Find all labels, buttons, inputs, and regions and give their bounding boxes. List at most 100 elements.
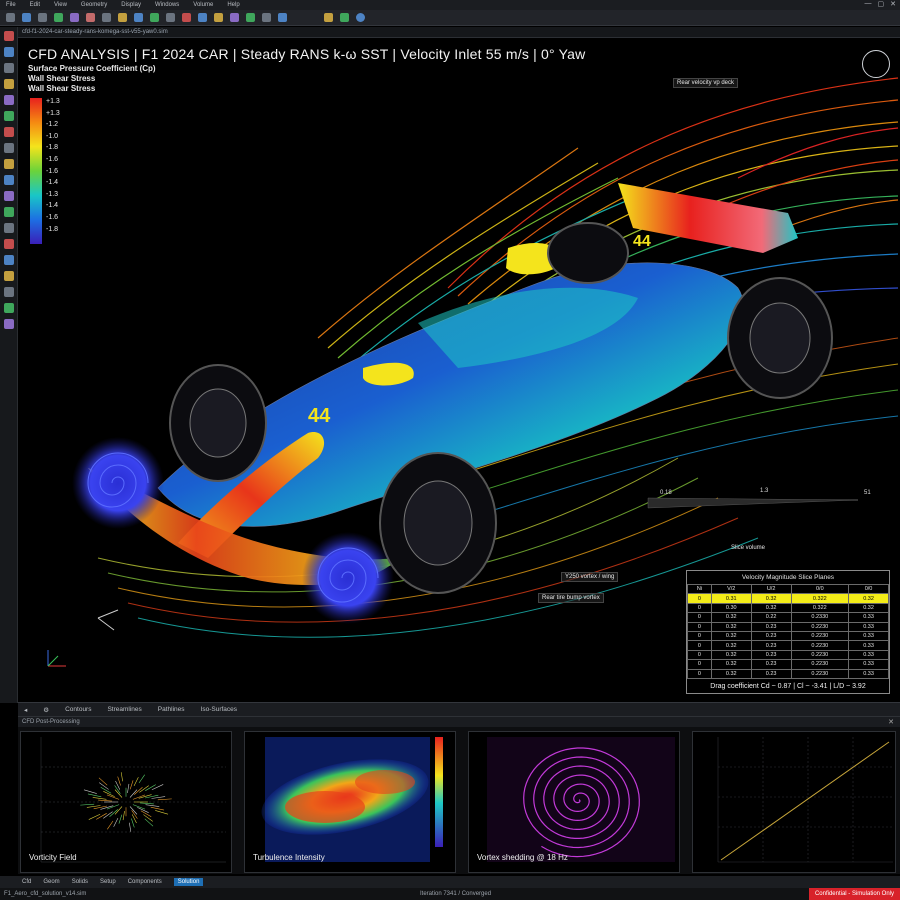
menu-volume[interactable]: Volume (193, 2, 213, 8)
vector-icon[interactable] (230, 13, 239, 22)
plot-vortex-shedding[interactable]: Vortex shedding @ 18 Hz (468, 731, 680, 873)
table-cell: 0.32 (710, 668, 752, 679)
confidential-badge: Confidential - Simulation Only (808, 888, 900, 900)
menu-display[interactable]: Display (121, 2, 141, 8)
eyedrop-tool-icon[interactable] (3, 175, 14, 185)
tab-iso-surfaces[interactable]: Iso-Surfaces (201, 706, 238, 713)
table-row: 0 0.32 0.22 0.2330 0.33 (687, 612, 889, 623)
legend-ticks: +1.3 +1.3 -1.2 -1.0 -1.8 -1.6 -1.6 -1.4 … (46, 96, 60, 235)
camera-icon[interactable] (262, 13, 271, 22)
plot-turbulence[interactable]: Turbulence Intensity (244, 731, 456, 873)
vorticity-vector (122, 811, 125, 821)
run-icon[interactable] (324, 13, 333, 22)
plot-vorticity[interactable]: Vorticity Field (20, 731, 232, 873)
status-tab-cfd[interactable]: Cfd (22, 879, 31, 885)
select-icon[interactable] (118, 13, 127, 22)
menu-edit[interactable]: Edit (30, 2, 40, 8)
fill-tool-icon[interactable] (3, 159, 14, 169)
annotate-tool-icon[interactable] (3, 207, 14, 217)
marker-tool-icon[interactable] (3, 239, 14, 249)
status-tab-geom[interactable]: Geom (43, 879, 59, 885)
monitor-icon[interactable] (340, 13, 349, 22)
menu-geometry[interactable]: Geometry (81, 2, 107, 8)
status-tab-solution[interactable]: Solution (173, 878, 204, 886)
globe-icon[interactable] (356, 13, 365, 22)
clip-tool-icon[interactable] (3, 95, 14, 105)
plot-label: Turbulence Intensity (253, 853, 325, 862)
table-row: 0 0.32 0.23 0.2230 0.33 (687, 640, 889, 651)
legend-colorbar (30, 98, 42, 244)
bucket-tool-icon[interactable] (3, 319, 14, 329)
table-cell: 0 (687, 659, 712, 670)
plot-convergence[interactable] (692, 731, 896, 873)
status-tab-setup[interactable]: Setup (100, 879, 116, 885)
measure-tool-icon[interactable] (3, 63, 14, 73)
mesh-icon[interactable] (70, 13, 79, 22)
table-title: Velocity Magnitude Slice Planes (741, 574, 835, 581)
pointer-tool-icon[interactable] (3, 31, 14, 41)
close-window-button[interactable]: ✕ (890, 0, 896, 8)
legend-tick: -1.6 (46, 167, 59, 175)
legend-subtitle: Wall Shear Stress (28, 74, 96, 83)
table-cell: 0.30 (710, 602, 752, 614)
streamline-icon[interactable] (246, 13, 255, 22)
panel-close-icon[interactable]: ✕ (888, 718, 894, 726)
zoom-icon[interactable] (166, 13, 175, 22)
line-tool-icon[interactable] (3, 143, 14, 153)
probe-icon[interactable] (182, 13, 191, 22)
tab-streamlines[interactable]: Streamlines (107, 706, 141, 713)
tab-pathlines[interactable]: Pathlines (158, 706, 185, 713)
menu-file[interactable]: File (6, 2, 16, 8)
iso-tool-icon[interactable] (3, 111, 14, 121)
table-cell: 0.2230 (790, 659, 850, 670)
table-cell: 0.32 (710, 612, 752, 623)
tab-contours[interactable]: Contours (65, 706, 91, 713)
vorticity-vector (87, 793, 102, 798)
open-file-icon[interactable] (22, 13, 31, 22)
window-controls: — ▢ ✕ (865, 0, 897, 8)
pan-icon[interactable] (150, 13, 159, 22)
probe-tool-icon[interactable] (3, 79, 14, 89)
main-toolbar (0, 10, 900, 26)
slice-planes-table: Velocity Magnitude Slice Planes Ni V/2 U/2… (686, 570, 890, 694)
lasso-tool-icon[interactable] (3, 191, 14, 201)
knife-tool-icon[interactable] (3, 287, 14, 297)
vorticity-vector (114, 806, 123, 815)
menu-help[interactable]: Help (227, 2, 239, 8)
table-row: Ni V/2 U/2 0/0 0/0 (687, 583, 889, 595)
grid-icon[interactable] (54, 13, 63, 22)
car-number-side: 44 (308, 405, 331, 427)
menu-view[interactable]: View (54, 2, 67, 8)
new-file-icon[interactable] (6, 13, 15, 22)
hammer-tool-icon[interactable] (3, 271, 14, 281)
redo-icon[interactable] (102, 13, 111, 22)
table-row: 0 0.32 0.23 0.2230 0.33 (687, 649, 889, 661)
undo-icon[interactable] (86, 13, 95, 22)
export-icon[interactable] (278, 13, 287, 22)
status-tab-solids[interactable]: Solids (72, 879, 88, 885)
tab-settings-icon[interactable]: ⚙ (43, 706, 49, 714)
document-tab[interactable]: cfd-f1-2024-car-steady-rans-komega-sst-v… (18, 27, 900, 38)
slice-icon[interactable] (198, 13, 207, 22)
vorticity-vector (92, 797, 107, 800)
table-cell: 0 (687, 668, 712, 679)
table-cell: 0 (687, 640, 712, 651)
contour-icon[interactable] (214, 13, 223, 22)
grid-tool-icon[interactable] (3, 255, 14, 265)
tab-expand-icon[interactable]: ◂ (24, 706, 27, 714)
vorticity-vector (144, 818, 154, 827)
pencil-tool-icon[interactable] (3, 47, 14, 57)
status-tab-components[interactable]: Components (128, 879, 162, 885)
3d-viewport[interactable]: 44 44 0.18 1.3 51 CFD ANALYSIS | F1 2024… (18, 38, 900, 702)
menu-windows[interactable]: Windows (155, 2, 179, 8)
vorticity-vector (133, 777, 139, 787)
ruler-tool-icon[interactable] (3, 223, 14, 233)
save-icon[interactable] (38, 13, 47, 22)
transform-tool-icon[interactable] (3, 303, 14, 313)
minimize-button[interactable]: — (865, 0, 872, 8)
vorticity-vector (86, 805, 101, 808)
maximize-button[interactable]: ▢ (878, 0, 885, 8)
viewport-tabs: ◂ ⚙ Contours Streamlines Pathlines Iso-S… (18, 702, 900, 716)
brush-tool-icon[interactable] (3, 127, 14, 137)
rotate-icon[interactable] (134, 13, 143, 22)
